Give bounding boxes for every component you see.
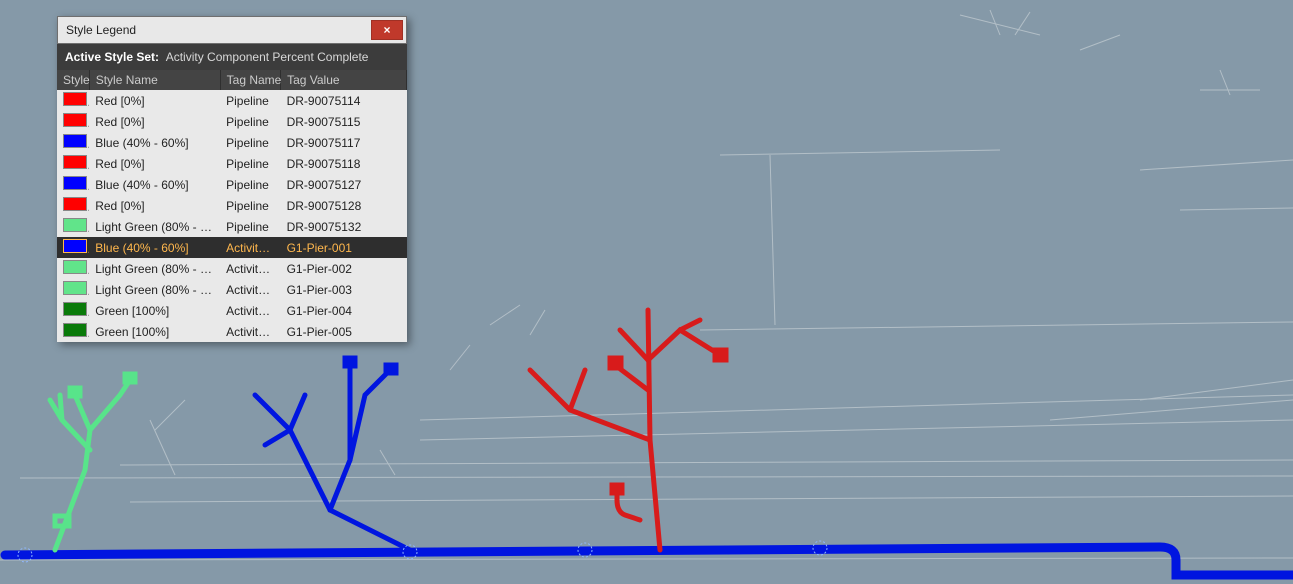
tag-value-cell: DR-90075114 — [281, 90, 407, 111]
style-swatch-cell — [57, 132, 89, 153]
color-swatch — [63, 281, 87, 295]
legend-row[interactable]: Light Green (80% - 100%]PipelineDR-90075… — [57, 216, 407, 237]
tag-name-cell: Pipeline — [220, 216, 280, 237]
tag-name-cell: Pipeline — [220, 111, 280, 132]
style-name-cell: Blue (40% - 60%] — [89, 237, 220, 258]
color-swatch — [63, 155, 87, 169]
tag-name-cell: Pipeline — [220, 153, 280, 174]
style-swatch-cell — [57, 237, 89, 258]
style-legend-window[interactable]: Style Legend × Active Style Set: Activit… — [57, 16, 407, 342]
tag-name-cell: Activity ID - Pier — [220, 258, 280, 279]
style-name-cell: Light Green (80% - 100%] — [89, 279, 220, 300]
legend-row[interactable]: Red [0%]PipelineDR-90075115 — [57, 111, 407, 132]
style-name-cell: Light Green (80% - 100%] — [89, 258, 220, 279]
close-button[interactable]: × — [371, 20, 403, 40]
color-swatch — [63, 113, 87, 127]
style-name-cell: Blue (40% - 60%] — [89, 174, 220, 195]
color-swatch — [63, 218, 87, 232]
tag-value-cell: DR-90075115 — [281, 111, 407, 132]
legend-row[interactable]: Light Green (80% - 100%]Activity ID - Pi… — [57, 279, 407, 300]
style-name-cell: Red [0%] — [89, 90, 220, 111]
tag-value-cell: G1-Pier-001 — [281, 237, 407, 258]
legend-row[interactable]: Blue (40% - 60%]PipelineDR-90075127 — [57, 174, 407, 195]
tag-name-cell: Pipeline — [220, 174, 280, 195]
style-swatch-cell — [57, 111, 89, 132]
tag-value-cell: DR-90075128 — [281, 195, 407, 216]
color-swatch — [63, 260, 87, 274]
color-swatch — [63, 197, 87, 211]
style-name-cell: Red [0%] — [89, 111, 220, 132]
tag-name-cell: Activity ID - Pier — [220, 237, 280, 258]
tag-name-cell: Pipeline — [220, 132, 280, 153]
color-swatch — [63, 323, 87, 337]
style-name-cell: Green [100%] — [89, 321, 220, 342]
active-style-value: Activity Component Percent Complete — [166, 50, 369, 64]
style-swatch-cell — [57, 174, 89, 195]
legend-row[interactable]: Red [0%]PipelineDR-90075114 — [57, 90, 407, 111]
style-swatch-cell — [57, 216, 89, 237]
tag-value-cell: DR-90075118 — [281, 153, 407, 174]
color-swatch — [63, 92, 87, 106]
legend-table[interactable]: Style Style Name Tag Name Tag Value Red … — [57, 70, 407, 342]
legend-row[interactable]: Red [0%]PipelineDR-90075118 — [57, 153, 407, 174]
style-swatch-cell — [57, 279, 89, 300]
legend-row[interactable]: Light Green (80% - 100%]Activity ID - Pi… — [57, 258, 407, 279]
color-swatch — [63, 176, 87, 190]
active-style-set-row: Active Style Set: Activity Component Per… — [57, 44, 407, 70]
tag-value-cell: G1-Pier-003 — [281, 279, 407, 300]
legend-row[interactable]: Blue (40% - 60%]Activity ID - PierG1-Pie… — [57, 237, 407, 258]
tag-name-cell: Pipeline — [220, 90, 280, 111]
tag-name-cell: Activity ID - Pier — [220, 279, 280, 300]
col-tag-name[interactable]: Tag Name — [220, 70, 280, 90]
window-title: Style Legend — [58, 23, 144, 37]
color-swatch — [63, 134, 87, 148]
tag-name-cell: Activity ID - Pier — [220, 300, 280, 321]
tag-value-cell: DR-90075117 — [281, 132, 407, 153]
legend-header-row[interactable]: Style Style Name Tag Name Tag Value — [57, 70, 407, 90]
style-name-cell: Blue (40% - 60%] — [89, 132, 220, 153]
color-swatch — [63, 239, 87, 253]
style-swatch-cell — [57, 90, 89, 111]
tag-name-cell: Pipeline — [220, 195, 280, 216]
legend-row[interactable]: Blue (40% - 60%]PipelineDR-90075117 — [57, 132, 407, 153]
style-swatch-cell — [57, 300, 89, 321]
style-name-cell: Red [0%] — [89, 195, 220, 216]
style-swatch-cell — [57, 195, 89, 216]
style-name-cell: Red [0%] — [89, 153, 220, 174]
col-tag-value[interactable]: Tag Value — [281, 70, 407, 90]
tag-value-cell: DR-90075132 — [281, 216, 407, 237]
close-icon: × — [375, 23, 398, 37]
legend-row[interactable]: Red [0%]PipelineDR-90075128 — [57, 195, 407, 216]
col-style[interactable]: Style — [57, 70, 89, 90]
style-swatch-cell — [57, 321, 89, 342]
tag-value-cell: DR-90075127 — [281, 174, 407, 195]
tag-value-cell: G1-Pier-002 — [281, 258, 407, 279]
color-swatch — [63, 302, 87, 316]
style-swatch-cell — [57, 258, 89, 279]
col-style-name[interactable]: Style Name — [89, 70, 220, 90]
style-name-cell: Light Green (80% - 100%] — [89, 216, 220, 237]
tag-name-cell: Activity ID - Pier — [220, 321, 280, 342]
titlebar[interactable]: Style Legend × — [57, 16, 407, 44]
tag-value-cell: G1-Pier-005 — [281, 321, 407, 342]
style-name-cell: Green [100%] — [89, 300, 220, 321]
active-style-label: Active Style Set: — [65, 50, 159, 64]
legend-row[interactable]: Green [100%]Activity ID - PierG1-Pier-00… — [57, 300, 407, 321]
tag-value-cell: G1-Pier-004 — [281, 300, 407, 321]
legend-row[interactable]: Green [100%]Activity ID - PierG1-Pier-00… — [57, 321, 407, 342]
style-swatch-cell — [57, 153, 89, 174]
